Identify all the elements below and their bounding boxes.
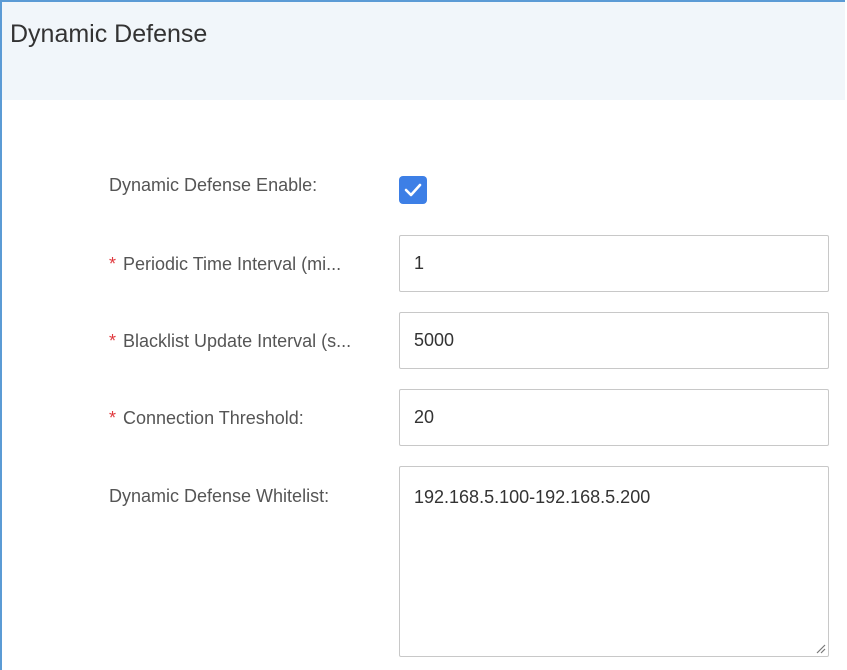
connection-threshold-input[interactable]: 20 <box>399 389 829 446</box>
blacklist-interval-label: * Blacklist Update Interval (s... <box>109 331 389 352</box>
connection-threshold-label-text: Connection Threshold: <box>123 408 304 428</box>
periodic-interval-label-text: Periodic Time Interval (mi... <box>123 254 342 274</box>
blacklist-interval-input[interactable]: 5000 <box>399 312 829 369</box>
connection-threshold-label: * Connection Threshold: <box>109 408 389 429</box>
resize-grip-icon[interactable] <box>814 642 826 654</box>
required-marker: * <box>109 408 117 428</box>
whitelist-label-text: Dynamic Defense Whitelist: <box>109 486 330 506</box>
required-marker: * <box>109 331 117 351</box>
enable-label: Dynamic Defense Enable: <box>109 175 389 196</box>
checkmark-icon <box>404 183 422 197</box>
dynamic-defense-panel: Dynamic Defense Dynamic Defense Enable: … <box>0 0 845 670</box>
panel-header: Dynamic Defense <box>2 2 845 100</box>
enable-label-text: Dynamic Defense Enable: <box>109 175 318 195</box>
periodic-interval-label: * Periodic Time Interval (mi... <box>109 254 389 275</box>
whitelist-value: 192.168.5.100-192.168.5.200 <box>414 487 651 507</box>
dynamic-defense-enable-checkbox[interactable] <box>399 176 427 204</box>
blacklist-interval-label-text: Blacklist Update Interval (s... <box>123 331 352 351</box>
required-marker: * <box>109 254 117 274</box>
whitelist-label: Dynamic Defense Whitelist: <box>109 486 389 507</box>
whitelist-textarea[interactable]: 192.168.5.100-192.168.5.200 <box>399 466 829 657</box>
periodic-interval-input[interactable]: 1 <box>399 235 829 292</box>
panel-title: Dynamic Defense <box>10 20 208 48</box>
